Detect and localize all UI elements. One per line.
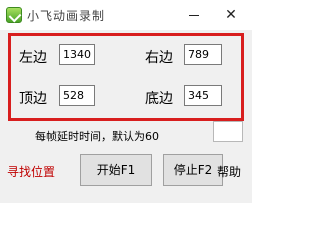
stop-button[interactable]: 停止F2 [163, 154, 223, 186]
app-window: 小飞动画录制 ✕ 左边 1340 右边 789 顶边 528 底边 345 每帧… [0, 0, 252, 203]
app-check-icon [6, 7, 22, 23]
frame-delay-label: 每帧延时时间，默认为60 [35, 130, 159, 143]
region-group: 左边 1340 右边 789 顶边 528 底边 345 [8, 33, 244, 121]
left-input[interactable]: 1340 [59, 44, 95, 65]
bottom-input[interactable]: 345 [184, 85, 222, 106]
bottom-label: 底边 [145, 91, 173, 107]
right-input[interactable]: 789 [184, 44, 222, 65]
right-label: 右边 [145, 50, 173, 66]
help-link[interactable]: 帮助 [217, 163, 241, 180]
top-label: 顶边 [19, 91, 47, 107]
window-title: 小飞动画录制 [27, 9, 106, 23]
title-bar: 小飞动画录制 ✕ [0, 0, 252, 30]
frame-delay-input[interactable] [213, 121, 243, 142]
minimize-button[interactable] [182, 5, 206, 25]
find-position-link[interactable]: 寻找位置 [7, 163, 55, 180]
top-input[interactable]: 528 [59, 85, 95, 106]
left-label: 左边 [19, 50, 47, 66]
close-button[interactable]: ✕ [218, 5, 244, 25]
start-button[interactable]: 开始F1 [80, 154, 152, 186]
